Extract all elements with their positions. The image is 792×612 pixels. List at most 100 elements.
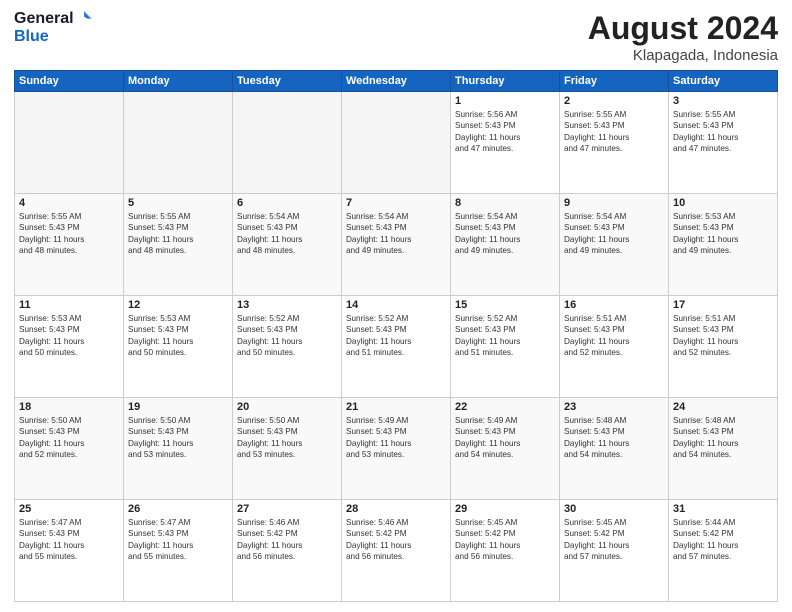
day-info: Sunrise: 5:50 AM Sunset: 5:43 PM Dayligh… — [19, 415, 119, 461]
day-number: 10 — [673, 197, 773, 209]
calendar-table: SundayMondayTuesdayWednesdayThursdayFrid… — [14, 70, 778, 602]
day-cell: 28 Sunrise: 5:46 AM Sunset: 5:42 PM Dayli… — [342, 500, 451, 602]
week-row-2: 4 Sunrise: 5:55 AM Sunset: 5:43 PM Daylig… — [15, 194, 778, 296]
weekday-wednesday: Wednesday — [342, 71, 451, 92]
day-number: 27 — [237, 503, 337, 515]
day-number: 21 — [346, 401, 446, 413]
weekday-header-row: SundayMondayTuesdayWednesdayThursdayFrid… — [15, 71, 778, 92]
day-number: 20 — [237, 401, 337, 413]
day-number: 23 — [564, 401, 664, 413]
page: General Blue August 2024 Klapagada, Indo… — [0, 0, 792, 612]
month-title: August 2024 — [588, 10, 778, 47]
day-info: Sunrise: 5:47 AM Sunset: 5:43 PM Dayligh… — [128, 517, 228, 563]
day-number: 8 — [455, 197, 555, 209]
day-cell: 19 Sunrise: 5:50 AM Sunset: 5:43 PM Dayli… — [124, 398, 233, 500]
day-cell: 14 Sunrise: 5:52 AM Sunset: 5:43 PM Dayli… — [342, 296, 451, 398]
day-cell: 10Sunrise: 5:53 AM Sunset: 5:43 PM Dayli… — [669, 194, 778, 296]
header: General Blue August 2024 Klapagada, Indo… — [14, 10, 778, 64]
day-info: Sunrise: 5:56 AM Sunset: 5:43 PM Dayligh… — [455, 109, 555, 155]
day-number: 1 — [455, 95, 555, 107]
day-info: Sunrise: 5:51 AM Sunset: 5:43 PM Dayligh… — [673, 313, 773, 359]
day-info: Sunrise: 5:53 AM Sunset: 5:43 PM Dayligh… — [19, 313, 119, 359]
day-info: Sunrise: 5:55 AM Sunset: 5:43 PM Dayligh… — [128, 211, 228, 257]
day-cell: 11 Sunrise: 5:53 AM Sunset: 5:43 PM Dayli… — [15, 296, 124, 398]
day-number: 7 — [346, 197, 446, 209]
day-number: 31 — [673, 503, 773, 515]
day-number: 2 — [564, 95, 664, 107]
day-cell: 26 Sunrise: 5:47 AM Sunset: 5:43 PM Dayli… — [124, 500, 233, 602]
day-cell: 4 Sunrise: 5:55 AM Sunset: 5:43 PM Daylig… — [15, 194, 124, 296]
day-number: 12 — [128, 299, 228, 311]
day-info: Sunrise: 5:52 AM Sunset: 5:43 PM Dayligh… — [346, 313, 446, 359]
weekday-sunday: Sunday — [15, 71, 124, 92]
weekday-tuesday: Tuesday — [233, 71, 342, 92]
logo-general: General — [14, 10, 74, 28]
day-cell: 24Sunrise: 5:48 AM Sunset: 5:43 PM Dayli… — [669, 398, 778, 500]
day-number: 6 — [237, 197, 337, 209]
day-info: Sunrise: 5:51 AM Sunset: 5:43 PM Dayligh… — [564, 313, 664, 359]
day-info: Sunrise: 5:55 AM Sunset: 5:43 PM Dayligh… — [673, 109, 773, 155]
day-number: 15 — [455, 299, 555, 311]
day-number: 19 — [128, 401, 228, 413]
day-cell: 1 Sunrise: 5:56 AM Sunset: 5:43 PM Daylig… — [451, 92, 560, 194]
day-cell: 20Sunrise: 5:50 AM Sunset: 5:43 PM Dayli… — [233, 398, 342, 500]
day-cell: 25Sunrise: 5:47 AM Sunset: 5:43 PM Dayli… — [15, 500, 124, 602]
day-cell: 22 Sunrise: 5:49 AM Sunset: 5:43 PM Dayli… — [451, 398, 560, 500]
day-info: Sunrise: 5:48 AM Sunset: 5:43 PM Dayligh… — [564, 415, 664, 461]
logo-bird-icon — [76, 11, 92, 27]
day-cell: 9Sunrise: 5:54 AM Sunset: 5:43 PM Daylig… — [560, 194, 669, 296]
day-info: Sunrise: 5:55 AM Sunset: 5:43 PM Dayligh… — [19, 211, 119, 257]
day-cell: 31 Sunrise: 5:44 AM Sunset: 5:42 PM Dayli… — [669, 500, 778, 602]
logo: General Blue — [14, 10, 92, 45]
day-number: 14 — [346, 299, 446, 311]
day-number: 3 — [673, 95, 773, 107]
day-number: 11 — [19, 299, 119, 311]
day-cell: 5 Sunrise: 5:55 AM Sunset: 5:43 PM Daylig… — [124, 194, 233, 296]
day-cell: 15 Sunrise: 5:52 AM Sunset: 5:43 PM Dayli… — [451, 296, 560, 398]
day-info: Sunrise: 5:46 AM Sunset: 5:42 PM Dayligh… — [346, 517, 446, 563]
day-info: Sunrise: 5:54 AM Sunset: 5:43 PM Dayligh… — [564, 211, 664, 257]
day-number: 4 — [19, 197, 119, 209]
title-block: August 2024 Klapagada, Indonesia — [588, 10, 778, 64]
day-cell — [233, 92, 342, 194]
day-info: Sunrise: 5:47 AM Sunset: 5:43 PM Dayligh… — [19, 517, 119, 563]
day-number: 30 — [564, 503, 664, 515]
day-info: Sunrise: 5:52 AM Sunset: 5:43 PM Dayligh… — [237, 313, 337, 359]
week-row-5: 25Sunrise: 5:47 AM Sunset: 5:43 PM Dayli… — [15, 500, 778, 602]
day-cell: 23 Sunrise: 5:48 AM Sunset: 5:43 PM Dayli… — [560, 398, 669, 500]
day-cell: 18Sunrise: 5:50 AM Sunset: 5:43 PM Dayli… — [15, 398, 124, 500]
day-cell: 7Sunrise: 5:54 AM Sunset: 5:43 PM Daylig… — [342, 194, 451, 296]
day-number: 28 — [346, 503, 446, 515]
week-row-1: 1 Sunrise: 5:56 AM Sunset: 5:43 PM Daylig… — [15, 92, 778, 194]
day-number: 16 — [564, 299, 664, 311]
day-cell: 2Sunrise: 5:55 AM Sunset: 5:43 PM Daylig… — [560, 92, 669, 194]
logo-blue: Blue — [14, 28, 49, 46]
day-number: 24 — [673, 401, 773, 413]
day-number: 26 — [128, 503, 228, 515]
week-row-4: 18Sunrise: 5:50 AM Sunset: 5:43 PM Dayli… — [15, 398, 778, 500]
day-cell: 27 Sunrise: 5:46 AM Sunset: 5:42 PM Dayli… — [233, 500, 342, 602]
day-info: Sunrise: 5:45 AM Sunset: 5:42 PM Dayligh… — [455, 517, 555, 563]
day-number: 29 — [455, 503, 555, 515]
day-number: 22 — [455, 401, 555, 413]
day-info: Sunrise: 5:45 AM Sunset: 5:42 PM Dayligh… — [564, 517, 664, 563]
day-info: Sunrise: 5:54 AM Sunset: 5:43 PM Dayligh… — [455, 211, 555, 257]
day-number: 13 — [237, 299, 337, 311]
logo-container: General Blue — [14, 10, 92, 45]
location: Klapagada, Indonesia — [588, 47, 778, 64]
day-cell: 6Sunrise: 5:54 AM Sunset: 5:43 PM Daylig… — [233, 194, 342, 296]
day-cell: 30 Sunrise: 5:45 AM Sunset: 5:42 PM Dayli… — [560, 500, 669, 602]
day-info: Sunrise: 5:46 AM Sunset: 5:42 PM Dayligh… — [237, 517, 337, 563]
weekday-friday: Friday — [560, 71, 669, 92]
day-info: Sunrise: 5:49 AM Sunset: 5:43 PM Dayligh… — [346, 415, 446, 461]
day-info: Sunrise: 5:49 AM Sunset: 5:43 PM Dayligh… — [455, 415, 555, 461]
weekday-thursday: Thursday — [451, 71, 560, 92]
day-cell — [342, 92, 451, 194]
day-cell: 29 Sunrise: 5:45 AM Sunset: 5:42 PM Dayli… — [451, 500, 560, 602]
day-info: Sunrise: 5:50 AM Sunset: 5:43 PM Dayligh… — [128, 415, 228, 461]
day-info: Sunrise: 5:52 AM Sunset: 5:43 PM Dayligh… — [455, 313, 555, 359]
day-cell — [124, 92, 233, 194]
day-info: Sunrise: 5:53 AM Sunset: 5:43 PM Dayligh… — [128, 313, 228, 359]
day-info: Sunrise: 5:44 AM Sunset: 5:42 PM Dayligh… — [673, 517, 773, 563]
day-number: 5 — [128, 197, 228, 209]
